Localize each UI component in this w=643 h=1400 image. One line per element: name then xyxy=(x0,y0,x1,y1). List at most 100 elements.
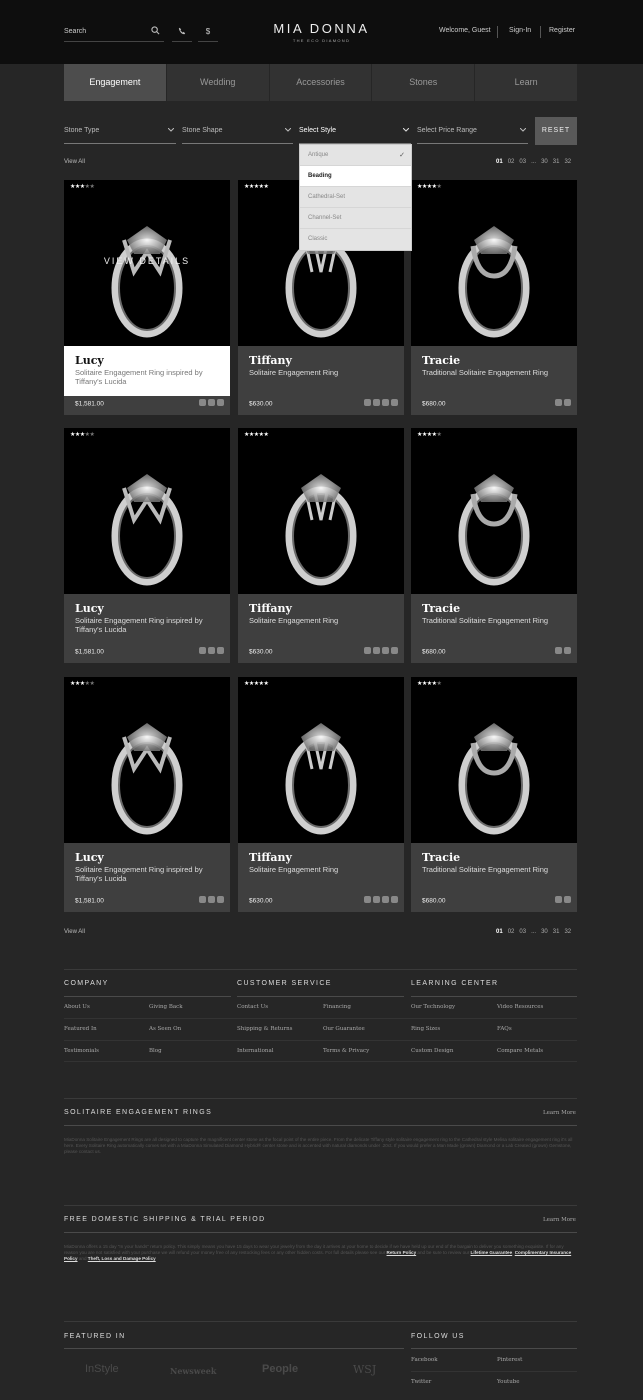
metal-option-icon[interactable] xyxy=(382,896,389,903)
product-image[interactable]: ★★★★★ VIEW DETAILS xyxy=(64,180,230,346)
view-all-link[interactable]: View All xyxy=(64,929,85,935)
site-logo[interactable]: MIA DONNA THE ECO DIAMOND xyxy=(255,21,388,43)
signin-link[interactable]: Sign-In xyxy=(509,27,531,34)
footer-link[interactable]: FAQs xyxy=(497,1026,512,1032)
page-link[interactable]: 32 xyxy=(564,929,571,935)
page-link[interactable]: 30 xyxy=(541,159,548,165)
metal-option-icon[interactable] xyxy=(208,399,215,406)
page-link[interactable]: 31 xyxy=(553,929,560,935)
youtube-link[interactable]: Youtube xyxy=(497,1379,520,1385)
metal-option-icon[interactable] xyxy=(373,896,380,903)
tab-stones[interactable]: Stones xyxy=(372,64,476,101)
metal-option-icon[interactable] xyxy=(391,399,398,406)
metal-option-icon[interactable] xyxy=(217,647,224,654)
product-image[interactable]: ★★★★★ xyxy=(411,677,577,843)
metal-option-icon[interactable] xyxy=(391,896,398,903)
page-link[interactable]: 03 xyxy=(519,159,526,165)
search-field[interactable]: Search xyxy=(64,23,164,42)
product-name[interactable]: Tiffany xyxy=(249,851,292,864)
tab-engagement[interactable]: Engagement xyxy=(64,64,167,101)
product-image[interactable]: ★★★★★ xyxy=(64,677,230,843)
product-name[interactable]: Tiffany xyxy=(249,354,292,367)
product-image[interactable]: ★★★★★ xyxy=(238,428,404,594)
metal-option-icon[interactable] xyxy=(564,647,571,654)
metal-option-icon[interactable] xyxy=(199,647,206,654)
product-card[interactable]: ★★★★★ Lucy Solitaire Engagement Ring inspi… xyxy=(64,677,230,912)
metal-option-icon[interactable] xyxy=(217,399,224,406)
product-name[interactable]: Lucy xyxy=(75,602,104,615)
footer-link[interactable]: Our Guarantee xyxy=(323,1026,365,1032)
footer-link[interactable]: Video Resources xyxy=(497,1004,543,1010)
footer-link[interactable]: Custom Design xyxy=(411,1048,453,1054)
footer-link[interactable]: Featured In xyxy=(64,1026,97,1032)
theft-policy-link[interactable]: Theft, Loss and Damage Policy xyxy=(88,1256,156,1261)
product-name[interactable]: Lucy xyxy=(75,354,104,367)
page-link[interactable]: 32 xyxy=(564,159,571,165)
metal-option-icon[interactable] xyxy=(217,896,224,903)
tab-wedding[interactable]: Wedding xyxy=(166,64,270,101)
product-card[interactable]: ★★★★★ Tracie Traditional Solitaire Engagem… xyxy=(411,428,577,663)
style-option[interactable]: Antique ✓ xyxy=(300,145,411,166)
metal-option-icon[interactable] xyxy=(364,896,371,903)
pinterest-link[interactable]: Pinterest xyxy=(497,1357,522,1363)
lifetime-guarantee-link[interactable]: Lifetime Guarantee xyxy=(471,1250,513,1255)
price-range-select[interactable]: Select Price Range xyxy=(417,118,528,144)
footer-link[interactable]: Our Technology xyxy=(411,1004,455,1010)
learn-more-link[interactable]: Learn More xyxy=(543,1110,576,1116)
footer-link[interactable]: Blog xyxy=(149,1048,162,1054)
footer-link[interactable]: About Us xyxy=(64,1004,90,1010)
metal-option-icon[interactable] xyxy=(373,647,380,654)
product-name[interactable]: Tracie xyxy=(422,354,460,367)
view-details-overlay[interactable]: VIEW DETAILS xyxy=(64,256,230,266)
product-card[interactable]: ★★★★★ Lucy Solitaire Engagement Ring inspi… xyxy=(64,428,230,663)
product-image[interactable]: ★★★★★ xyxy=(411,428,577,594)
metal-option-icon[interactable] xyxy=(564,896,571,903)
tab-learn[interactable]: Learn xyxy=(475,64,577,101)
footer-link[interactable]: Ring Sizes xyxy=(411,1026,440,1032)
learn-more-link[interactable]: Learn More xyxy=(543,1217,576,1223)
search-icon[interactable] xyxy=(151,26,161,36)
metal-option-icon[interactable] xyxy=(555,896,562,903)
product-card[interactable]: ★★★★★ Tracie Traditional Solitaire Engagem… xyxy=(411,677,577,912)
page-link[interactable]: 03 xyxy=(519,929,526,935)
page-link[interactable]: 02 xyxy=(508,929,515,935)
metal-option-icon[interactable] xyxy=(364,647,371,654)
metal-option-icon[interactable] xyxy=(199,896,206,903)
footer-link[interactable]: Compare Metals xyxy=(497,1048,543,1054)
twitter-link[interactable]: Twitter xyxy=(411,1379,431,1385)
page-link[interactable]: 30 xyxy=(541,929,548,935)
product-card[interactable]: ★★★★★ Tiffany Solitaire Engagement Ring $63… xyxy=(238,428,404,663)
style-option[interactable]: Beading xyxy=(300,166,411,187)
product-card[interactable]: ★★★★★ Tiffany Solitaire Engagement Ring $63… xyxy=(238,677,404,912)
product-image[interactable]: ★★★★★ xyxy=(238,677,404,843)
style-option[interactable]: Classic xyxy=(300,229,411,250)
footer-link[interactable]: International xyxy=(237,1048,274,1054)
footer-link[interactable]: Testimonials xyxy=(64,1048,99,1054)
facebook-link[interactable]: Facebook xyxy=(411,1357,438,1363)
currency-button[interactable]: $ xyxy=(198,23,218,42)
footer-link[interactable]: Giving Back xyxy=(149,1004,183,1010)
style-option[interactable]: Cathedral-Set xyxy=(300,187,411,208)
metal-option-icon[interactable] xyxy=(382,647,389,654)
product-card[interactable]: ★★★★★ VIEW DETAILS Lucy Solitaire Engagemen… xyxy=(64,180,230,415)
view-all-link[interactable]: View All xyxy=(64,159,85,165)
product-image[interactable]: ★★★★★ xyxy=(411,180,577,346)
tab-accessories[interactable]: Accessories xyxy=(269,64,373,101)
return-policy-link[interactable]: Return Policy xyxy=(387,1250,417,1255)
product-card[interactable]: ★★★★★ Tracie Traditional Solitaire Engagem… xyxy=(411,180,577,415)
page-link[interactable]: 02 xyxy=(508,159,515,165)
product-image[interactable]: ★★★★★ xyxy=(64,428,230,594)
register-link[interactable]: Register xyxy=(549,27,575,34)
page-link[interactable]: 01 xyxy=(496,159,503,165)
reset-button[interactable]: RESET xyxy=(535,117,577,145)
metal-option-icon[interactable] xyxy=(555,399,562,406)
footer-link[interactable]: Financing xyxy=(323,1004,351,1010)
metal-option-icon[interactable] xyxy=(208,896,215,903)
product-name[interactable]: Tiffany xyxy=(249,602,292,615)
metal-option-icon[interactable] xyxy=(564,399,571,406)
metal-option-icon[interactable] xyxy=(364,399,371,406)
metal-option-icon[interactable] xyxy=(391,647,398,654)
stone-type-select[interactable]: Stone Type xyxy=(64,118,176,144)
page-link[interactable]: 31 xyxy=(553,159,560,165)
stone-shape-select[interactable]: Stone Shape xyxy=(182,118,293,144)
